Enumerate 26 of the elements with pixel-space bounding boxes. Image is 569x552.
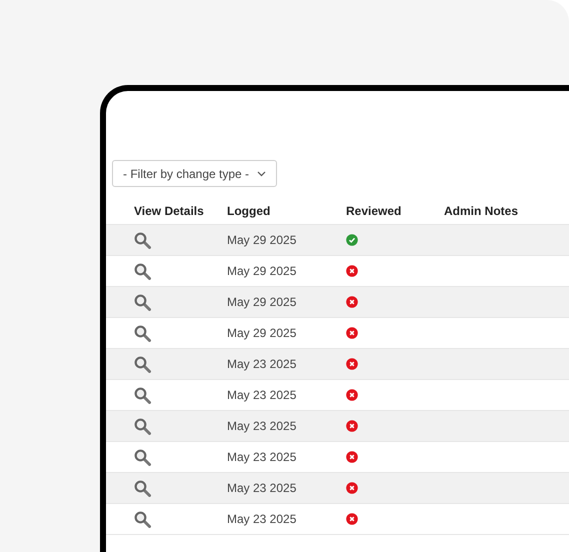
table-cell: May 29 2025 <box>227 264 296 278</box>
search-icon[interactable] <box>134 262 151 280</box>
column-header: View Details <box>133 204 205 218</box>
search-icon[interactable] <box>134 510 151 528</box>
search-icon[interactable] <box>134 324 151 342</box>
table-cell: May 23 2025 <box>227 357 296 371</box>
search-icon[interactable] <box>134 356 151 372</box>
table-cell: May 29 2025 <box>227 326 296 340</box>
table-cell: May 23 2025 <box>227 450 296 464</box>
search-icon[interactable] <box>134 480 151 496</box>
table-cell: May 23 2025 <box>227 419 296 433</box>
search-icon[interactable] <box>134 232 151 248</box>
search-icon[interactable] <box>134 448 151 466</box>
table-cell: May 29 2025 <box>227 295 296 309</box>
table-cell: May 29 2025 <box>227 233 296 247</box>
search-icon[interactable] <box>134 294 151 310</box>
filter-dropdown[interactable]: - Filter by change type - <box>112 160 278 187</box>
column-header: Admin Notes <box>444 204 520 218</box>
search-icon[interactable] <box>134 386 151 404</box>
column-header: Logged <box>227 204 272 218</box>
table-cell: May 23 2025 <box>227 388 296 402</box>
table-cell: May 23 2025 <box>227 481 296 495</box>
chevron-down-icon <box>257 170 266 176</box>
column-header: Reviewed <box>346 204 402 218</box>
search-icon[interactable] <box>134 418 151 434</box>
table-cell: May 23 2025 <box>227 512 296 526</box>
